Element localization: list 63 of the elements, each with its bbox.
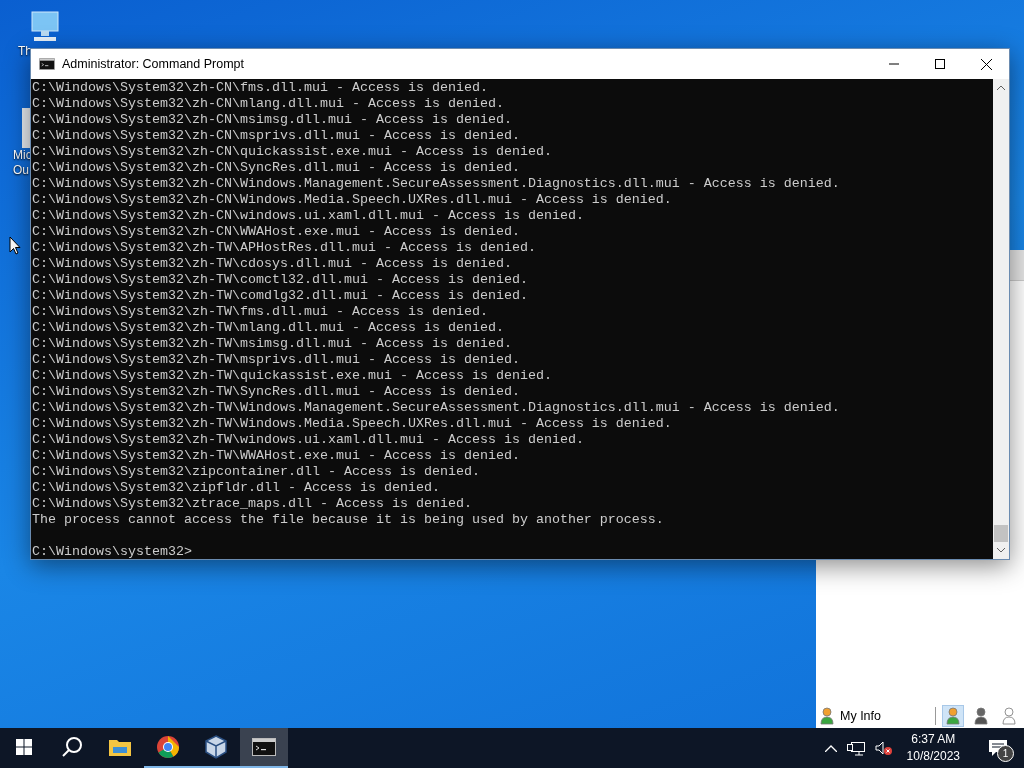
user-icon <box>1002 707 1016 725</box>
volume-button[interactable] <box>874 740 893 756</box>
user-icon <box>946 707 960 725</box>
icon-label: Ou <box>13 163 29 178</box>
search-icon <box>61 736 83 758</box>
user-icon <box>974 707 988 725</box>
console-line: C:\Windows\System32\zh-TW\msprivs.dll.mui - Access is denied. <box>32 352 521 368</box>
console-line: C:\Windows\System32\zh-TW\SyncRes.dll.mui - Access is denied. <box>32 384 521 400</box>
console-line: C:\Windows\System32\zh-CN\Windows.Media.Speech.UXRes.dll.mui - Access is denied. <box>32 192 673 208</box>
windows-icon <box>16 739 32 755</box>
notification-button[interactable]: 1 <box>982 732 1014 764</box>
console-line: C:\Windows\System32\zh-CN\msprivs.dll.mui - Access is denied. <box>32 128 521 144</box>
maximize-icon <box>935 59 945 69</box>
my-info-link[interactable]: My Info <box>840 709 929 723</box>
scroll-thumb[interactable] <box>994 525 1008 542</box>
tray-chevron[interactable] <box>824 744 837 752</box>
console-line: C:\Windows\System32\zh-CN\mlang.dll.mui - Access is denied. <box>32 96 505 112</box>
console-line: C:\Windows\System32\zh-CN\fms.dll.mui - Access is denied. <box>32 80 489 96</box>
console-line: C:\Windows\System32\zh-TW\quickassist.exe.mui - Access is denied. <box>32 368 553 384</box>
console-line: C:\Windows\System32\zh-TW\Windows.Management.SecureAssessment.Diagnostics.dll.mui - Access is denied. <box>32 400 841 416</box>
notification-badge: 1 <box>997 745 1014 762</box>
chrome-icon <box>156 735 180 759</box>
console-line: C:\Windows\System32\zh-TW\mlang.dll.mui - Access is denied. <box>32 320 505 336</box>
user-icon <box>820 707 834 725</box>
chevron-up-icon <box>824 744 837 752</box>
console-line: C:\Windows\System32\zh-TW\fms.dll.mui - Access is denied. <box>32 304 489 320</box>
console-line: C:\Windows\System32\zh-TW\comctl32.dll.mui - Access is denied. <box>32 272 529 288</box>
console-line: C:\Windows\System32\zipfldr.dll - Access is denied. <box>32 480 441 496</box>
console-line: C:\Windows\System32\zh-CN\quickassist.exe.mui - Access is denied. <box>32 144 553 160</box>
window-title: Administrator: Command Prompt <box>62 57 245 71</box>
console-line: C:\Windows\System32\zh-CN\Windows.Management.SecureAssessment.Diagnostics.dll.mui - Access is denied. <box>32 176 841 192</box>
taskbar-app[interactable] <box>240 728 288 768</box>
console-icon <box>39 58 55 70</box>
console-line: C:\Windows\System32\ztrace_maps.dll - Access is denied. <box>32 496 473 512</box>
monitor-icon <box>28 10 62 44</box>
close-icon <box>980 58 992 70</box>
console-line: C:\Windows\System32\zh-CN\SyncRes.dll.mui - Access is denied. <box>32 160 521 176</box>
console-line: C:\Windows\System32\zh-TW\msimsg.dll.mui - Access is denied. <box>32 336 513 352</box>
cube-icon <box>205 735 227 759</box>
console-line: C:\Windows\System32\zh-CN\msimsg.dll.mui - Access is denied. <box>32 112 513 128</box>
network-button[interactable] <box>846 740 865 756</box>
console-line: C:\Windows\System32\zh-TW\cdosys.dll.mui - Access is denied. <box>32 256 513 272</box>
console-line: C:\Windows\System32\zh-TW\windows.ui.xaml.dll.mui - Access is denied. <box>32 432 585 448</box>
console-line: The process cannot access the file because it is being used by another process. <box>32 512 665 528</box>
minimize-icon <box>889 63 899 65</box>
muted-speaker-icon <box>874 740 893 756</box>
console-line: C:\Windows\System32\zh-TW\APHostRes.dll.mui - Access is denied. <box>32 240 537 256</box>
scrollbar[interactable] <box>993 79 1009 559</box>
folder-icon <box>108 737 132 757</box>
command-prompt[interactable]: C:\Windows\system32> <box>32 544 993 559</box>
document-icon <box>22 108 30 148</box>
pointer-icon <box>9 236 21 255</box>
clock[interactable]: 6:37 AM 10/8/2023 <box>902 731 964 765</box>
console-line: C:\Windows\System32\zh-TW\Windows.Media.Speech.UXRes.dll.mui - Access is denied. <box>32 416 673 432</box>
chevron-down-icon <box>997 548 1005 553</box>
console-line: C:\Windows\System32\zh-CN\WWAHost.exe.mui - Access is denied. <box>32 224 521 240</box>
network-icon <box>846 740 865 756</box>
console-line: C:\Windows\System32\zh-TW\comdlg32.dll.mui - Access is denied. <box>32 288 529 304</box>
chevron-up-icon <box>997 85 1005 90</box>
console-line: C:\Windows\System32\zipcontainer.dll - Access is denied. <box>32 464 481 480</box>
console-line: C:\Windows\System32\zh-TW\WWAHost.exe.mui - Access is denied. <box>32 448 521 464</box>
console-icon <box>252 738 276 756</box>
console-line: C:\Windows\System32\zh-CN\windows.ui.xaml.dll.mui - Access is denied. <box>32 208 585 224</box>
